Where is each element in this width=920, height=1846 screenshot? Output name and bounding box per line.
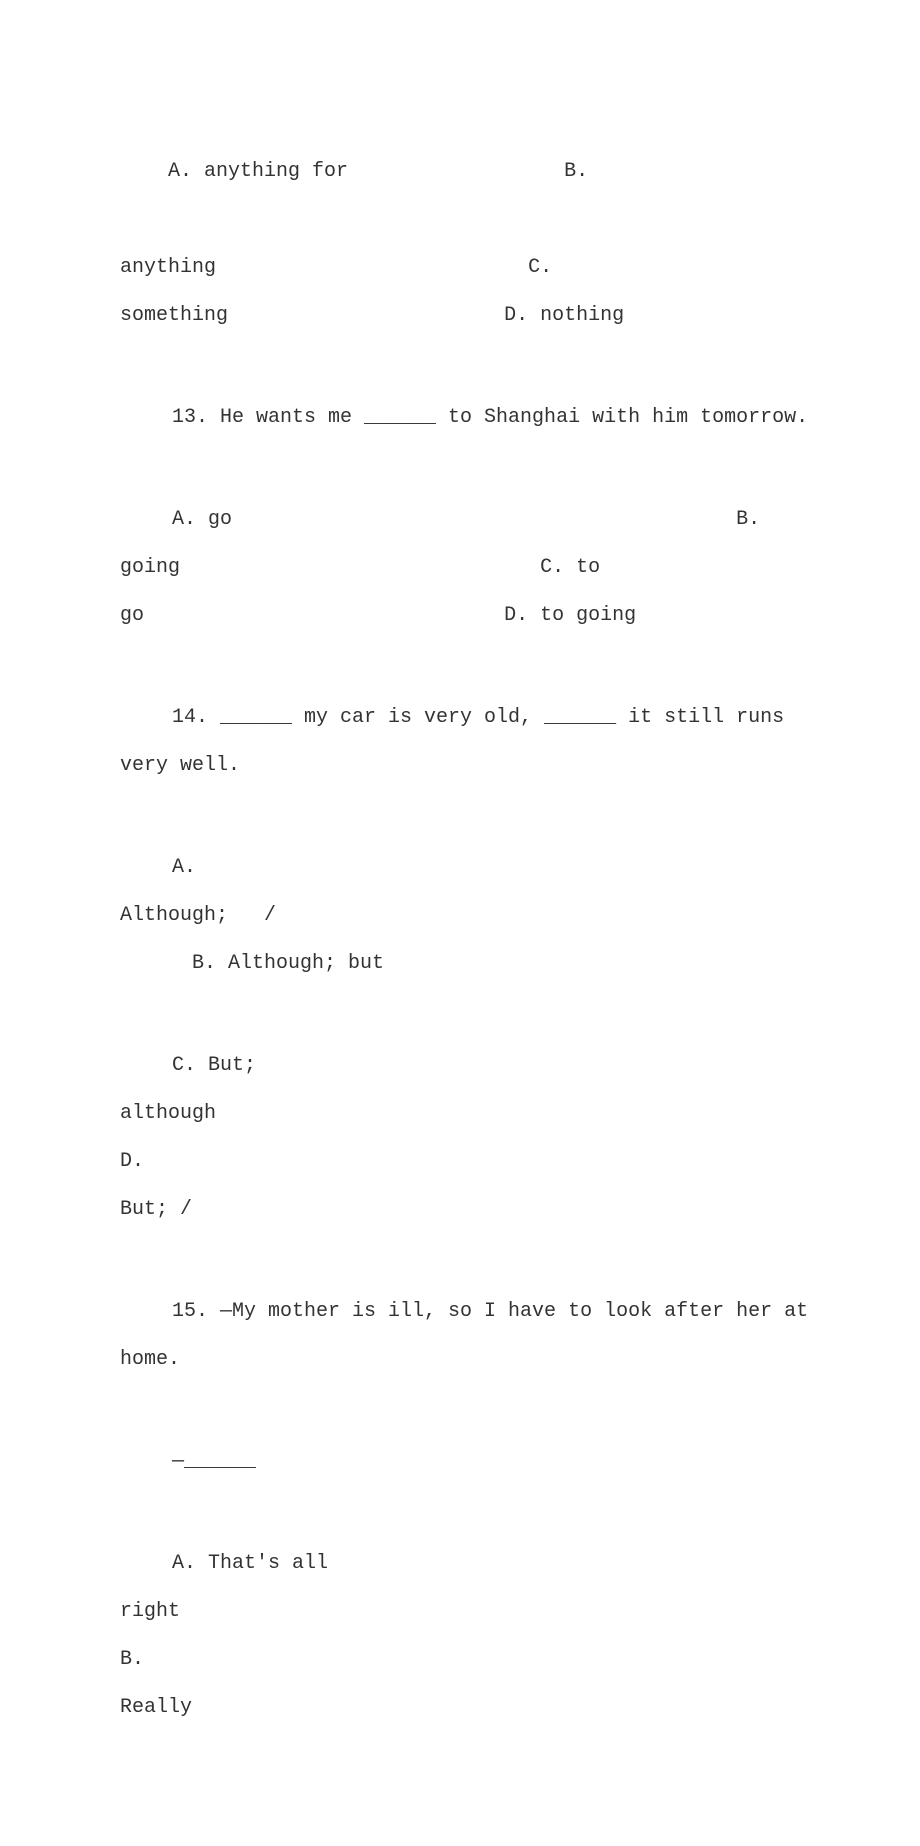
question-14-options-cd: C. But; although D. But; / (120, 1042, 810, 1234)
q15-line2: right B. (120, 1588, 810, 1684)
q14-line1: A. (120, 844, 810, 892)
q13-line3: go D. to going (120, 592, 810, 640)
q12-gap1 (348, 160, 564, 183)
q14-line5: although D. (120, 1090, 810, 1186)
q15-stem: 15. —My mother is ill, so I have to look… (120, 1288, 810, 1384)
q15-line3: Really (120, 1684, 810, 1732)
q14-line2: Although; / (120, 892, 810, 940)
q13-line1: A. go B. (120, 496, 810, 544)
question-12-options: A. anything for B. anything C. something… (120, 100, 810, 340)
question-14: 14. ______ my car is very old, ______ it… (120, 694, 810, 790)
q14-stem: 14. ______ my car is very old, ______ it… (120, 694, 810, 790)
q12-line2: anything C. (120, 244, 810, 292)
q14-line3: B. Although; but (120, 940, 810, 988)
question-13-options: A. go B. going C. to go D. to going (120, 496, 810, 640)
q15-line1: A. That's all (120, 1540, 810, 1588)
q12-optB-label: B. (564, 160, 588, 183)
q14-line4: C. But; (120, 1042, 810, 1090)
question-15-response: —______ (120, 1438, 810, 1486)
q12-line3: something D. nothing (120, 292, 810, 340)
q12-line1: A. anything for B. (120, 100, 810, 244)
q13-stem: 13. He wants me ______ to Shanghai with … (120, 394, 810, 442)
q14-line6: But; / (120, 1186, 810, 1234)
question-14-options-ab: A. Although; / B. Although; but (120, 844, 810, 988)
q12-optA: A. anything for (168, 160, 348, 183)
q15-resp: —______ (120, 1438, 810, 1486)
question-15-options: A. That's all right B. Really (120, 1540, 810, 1732)
question-15: 15. —My mother is ill, so I have to look… (120, 1288, 810, 1384)
question-13: 13. He wants me ______ to Shanghai with … (120, 394, 810, 442)
q13-line2: going C. to (120, 544, 810, 592)
